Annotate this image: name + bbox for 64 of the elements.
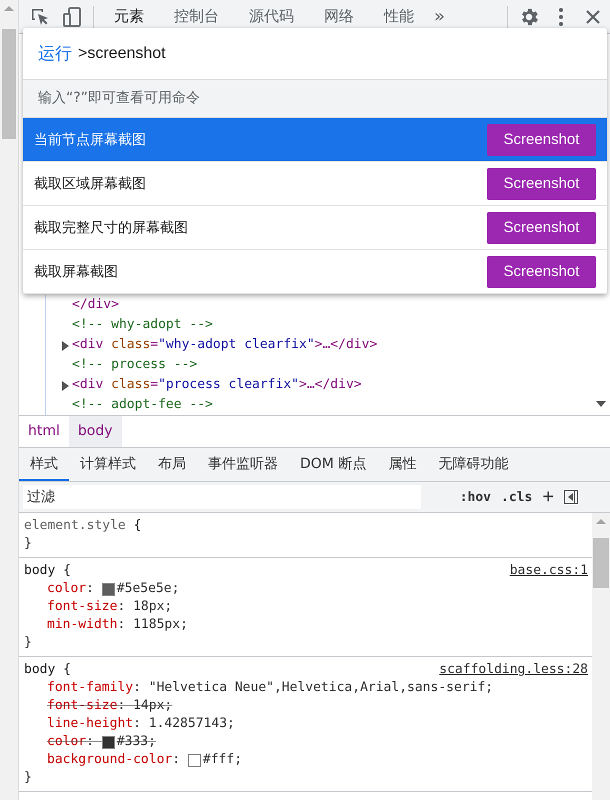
expand-triangle-icon[interactable] xyxy=(62,341,69,351)
panel-tab[interactable]: 源代码 xyxy=(239,7,304,26)
dom-node-line[interactable]: <div class="process clearfix">…</div> xyxy=(72,375,362,395)
class-button[interactable]: .cls xyxy=(501,490,532,504)
source-link[interactable]: base.css:1 xyxy=(510,562,588,580)
panel-tab[interactable]: 元素 xyxy=(104,7,154,26)
screenshot-button[interactable]: Screenshot xyxy=(487,124,596,156)
panel-tab[interactable]: 控制台 xyxy=(164,7,229,26)
css-declaration[interactable]: color: #333; xyxy=(47,733,156,751)
scroll-down-icon[interactable] xyxy=(596,401,606,407)
expand-triangle-icon[interactable] xyxy=(62,381,69,391)
styles-tab[interactable]: 属性 xyxy=(377,448,428,481)
command-item[interactable]: 截取完整尺寸的屏幕截图 Screenshot xyxy=(23,206,607,250)
styles-tab[interactable]: 事件监听器 xyxy=(197,448,289,481)
hover-state-button[interactable]: :hov xyxy=(460,490,491,504)
sidebar-toggle-icon[interactable] xyxy=(564,490,578,504)
dom-node-line[interactable]: <!-- why-adopt --> xyxy=(72,315,213,335)
closing-brace: } xyxy=(24,535,32,553)
device-icon[interactable] xyxy=(61,6,83,28)
css-declaration[interactable]: min-width: 1185px; xyxy=(47,616,188,634)
css-declaration[interactable]: font-family: "Helvetica Neue",Helvetica,Arial,sans-serif; xyxy=(47,679,494,697)
source-link[interactable]: scaffolding.less:28 xyxy=(439,661,588,679)
css-selector: element.style { xyxy=(24,517,142,535)
command-label: 截取完整尺寸的屏幕截图 xyxy=(34,218,189,236)
command-hint: 输入“?”即可查看可用命令 xyxy=(23,80,607,118)
css-declaration[interactable]: font-size: 14px; xyxy=(47,697,172,715)
styles-tab[interactable]: 布局 xyxy=(147,448,197,481)
css-declaration[interactable]: background-color: #fff; xyxy=(47,751,242,769)
color-swatch[interactable] xyxy=(102,582,115,596)
closing-brace: } xyxy=(24,634,32,652)
dom-node-line[interactable]: <!-- process --> xyxy=(72,355,198,375)
command-item[interactable]: 截取区域屏幕截图 Screenshot xyxy=(23,162,607,206)
scrollbar-thumb[interactable] xyxy=(2,29,16,139)
color-swatch[interactable] xyxy=(188,754,201,766)
styles-tab[interactable]: 计算样式 xyxy=(69,448,147,481)
dom-node-line[interactable]: <div class="why-adopt clearfix">…</div> xyxy=(72,335,378,355)
css-declaration[interactable]: font-size: 18px; xyxy=(47,598,172,616)
new-rule-button[interactable]: + xyxy=(542,486,554,508)
screenshot-button[interactable]: Screenshot xyxy=(487,212,596,244)
css-selector: body { xyxy=(24,661,71,679)
css-declaration[interactable]: line-height: 1.42857143; xyxy=(47,715,235,733)
scrollbar-thumb[interactable] xyxy=(593,538,609,588)
command-label: 当前节点屏幕截图 xyxy=(34,130,147,148)
css-declaration[interactable]: color: #5e5e5e; xyxy=(47,580,180,598)
breadcrumb[interactable]: body xyxy=(68,416,122,447)
command-label: 截取区域屏幕截图 xyxy=(34,174,147,192)
command-item[interactable]: 当前节点屏幕截图 Screenshot xyxy=(23,118,607,162)
panel-tab[interactable]: 网络 xyxy=(314,7,364,26)
dom-node-line[interactable]: </div> xyxy=(72,295,119,315)
filter-field[interactable]: 过滤 xyxy=(23,485,421,509)
command-item[interactable]: 截取屏幕截图 Screenshot xyxy=(23,250,607,294)
screenshot-button[interactable]: Screenshot xyxy=(487,256,596,288)
run-label: 运行 xyxy=(38,43,72,65)
color-swatch[interactable] xyxy=(102,736,115,748)
command-label: 截取屏幕截图 xyxy=(34,262,119,280)
styles-tab[interactable]: DOM 断点 xyxy=(289,448,378,481)
css-selector: body { xyxy=(24,562,71,580)
breadcrumb[interactable]: html xyxy=(19,416,69,447)
styles-tab[interactable]: 无障碍功能 xyxy=(427,448,520,481)
screenshot-button[interactable]: Screenshot xyxy=(487,168,596,200)
dom-node-line[interactable]: <!-- adopt-fee --> xyxy=(72,395,213,415)
more-tabs[interactable]: » xyxy=(434,6,446,27)
panel-tab[interactable]: 性能 xyxy=(374,7,424,26)
closing-brace: } xyxy=(24,769,32,787)
